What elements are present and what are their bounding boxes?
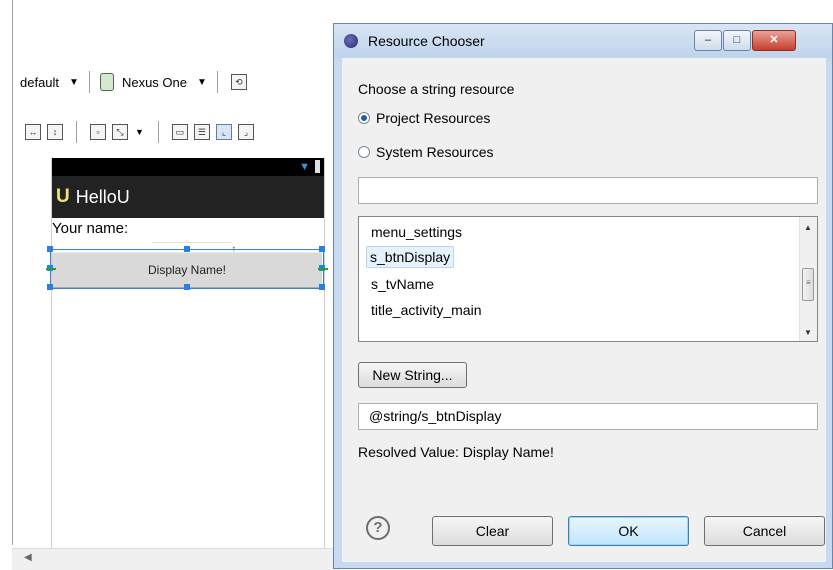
scroll-up-icon[interactable]: ▲ [804,223,812,232]
resize-handle[interactable] [47,284,53,290]
guide-marker [318,268,328,270]
chevron-left-icon[interactable]: ◀ [24,552,32,563]
scroll-thumb[interactable]: ≡ [802,268,814,301]
dialog-content: Choose a string resource Project Resourc… [342,58,826,562]
device-preview: ▼ U HelloU Your name: ↑ Display Name! [46,158,328,548]
horizontal-scrollbar[interactable]: ◀ [12,548,340,570]
app-title: HelloU [75,186,130,207]
margins-icon[interactable]: ▫ [90,124,106,140]
radio-unchecked-icon[interactable] [358,146,370,158]
guide-marker [46,268,56,270]
list-item[interactable]: s_tvName [368,273,437,295]
radio-label: Project Resources [376,110,491,126]
chevron-down-icon[interactable]: ▼ [135,127,144,137]
battery-icon [315,160,320,173]
signal-icon: ▼ [299,161,310,173]
toolbar-separator [76,121,77,143]
snap-icon[interactable]: ⌞ [215,124,232,140]
chevron-down-icon: ▼ [69,76,79,88]
scroll-down-icon[interactable]: ▼ [804,328,812,337]
name-edit-field[interactable] [152,238,232,243]
fill-height-icon[interactable]: ↕ [47,124,63,140]
eclipse-icon [344,34,358,48]
list-item[interactable]: title_activity_main [368,299,485,321]
list-item-selected[interactable]: s_btnDisplay [366,246,455,268]
phone-icon [99,73,114,91]
dialog-title: Resource Chooser [368,33,485,49]
baseline-icon[interactable]: ▭ [171,124,188,140]
new-string-button[interactable]: New String... [358,362,467,388]
resource-value-field[interactable]: @string/s_btnDisplay [358,403,818,430]
list-item[interactable]: menu_settings [368,221,465,243]
app-logo-icon: U [56,186,70,207]
resize-handle[interactable] [184,284,190,290]
maximize-button[interactable]: □ [723,30,751,51]
device-dropdown[interactable]: Nexus One ▼ [99,73,207,91]
toolbar-separator [216,71,218,93]
rotate-screen-icon[interactable]: ⟲ [230,74,247,90]
prompt-label: Choose a string resource [358,81,515,97]
resolved-value-label: Resolved Value: Display Name! [358,444,554,460]
chevron-down-icon: ▼ [197,76,207,88]
layout-toolbar: ↔ ↕ ▫ ⤡ ▼ ▭ ☰ ⌞ ⌟ [22,118,257,146]
theme-dropdown-label: default [20,74,60,90]
resize-handle[interactable] [184,246,190,252]
editor-left-rule [12,0,13,545]
minimize-button[interactable]: – [694,30,722,51]
dialog-titlebar[interactable]: Resource Chooser – □ ✕ [334,24,832,58]
distribute-icon[interactable]: ☰ [193,124,210,140]
device-dropdown-label: Nexus One [121,74,187,90]
toolbar-separator [157,121,159,143]
ok-button[interactable]: OK [568,516,689,546]
grip-icon: ≡ [806,278,811,287]
your-name-label[interactable]: Your name: [52,220,128,237]
align-icon[interactable]: ⌟ [237,124,254,140]
close-button[interactable]: ✕ [752,30,796,51]
fill-width-icon[interactable]: ↔ [25,124,41,140]
resize-handle[interactable] [319,246,325,252]
vertical-scrollbar[interactable]: ▲ ≡ ▼ [799,217,817,341]
action-bar: U HelloU [52,176,324,218]
filter-input[interactable] [358,177,818,204]
toolbar-separator [88,71,90,93]
radio-checked-icon[interactable] [358,112,370,124]
clear-button[interactable]: Clear [432,516,553,546]
layout-editor: default ▼ Nexus One ▼ ⟲ ↔ ↕ ▫ ⤡ ▼ ▭ ☰ ⌞ … [0,0,340,570]
config-toolbar: default ▼ Nexus One ▼ ⟲ [20,68,250,96]
resize-handle[interactable] [319,284,325,290]
resize-handle[interactable] [47,246,53,252]
radio-label: System Resources [376,144,494,160]
resource-list[interactable]: menu_settings s_btnDisplay s_tvName titl… [358,216,818,342]
theme-dropdown[interactable]: default ▼ [20,75,79,90]
resource-chooser-dialog: Resource Chooser – □ ✕ Choose a string r… [333,23,833,569]
gravity-icon[interactable]: ⤡ [112,124,128,140]
cancel-button[interactable]: Cancel [704,516,825,546]
radio-project-resources[interactable]: Project Resources [358,110,490,126]
radio-system-resources[interactable]: System Resources [358,144,493,160]
status-bar: ▼ [52,158,324,176]
help-icon[interactable]: ? [366,516,390,540]
display-name-button[interactable]: Display Name! [52,252,322,288]
